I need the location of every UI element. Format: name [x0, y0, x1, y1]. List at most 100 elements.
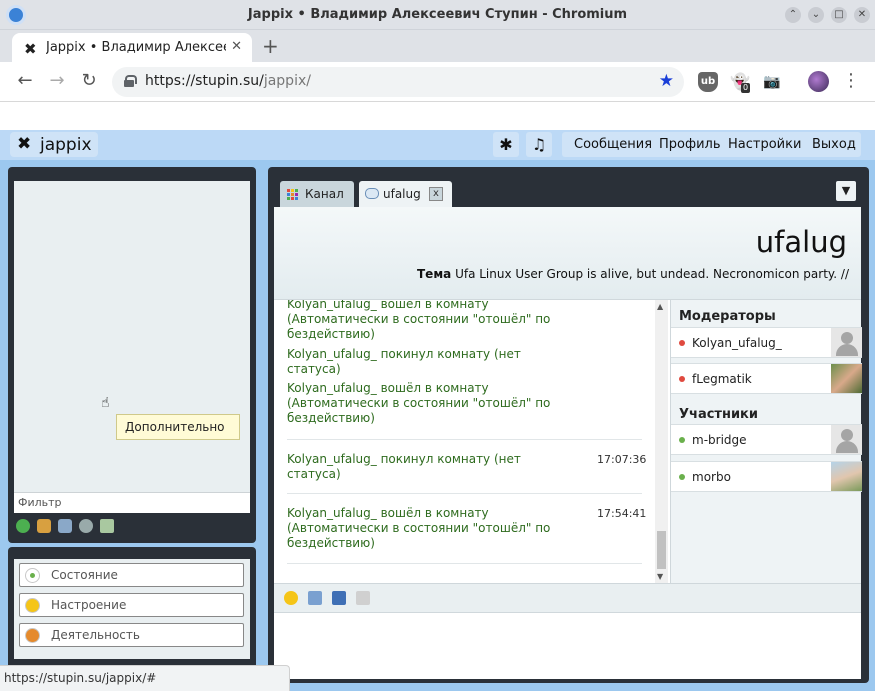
tab-strip: ✖ Jappix • Владимир Алексее ✕	[0, 30, 875, 62]
window-maximize-icon[interactable]: □	[831, 7, 847, 23]
music-button[interactable]: ♫	[526, 132, 552, 157]
jappix-favicon-icon: ✖	[24, 40, 37, 58]
lock-icon	[124, 75, 137, 87]
tab-channel[interactable]: Канал	[280, 181, 354, 208]
asterisk-button[interactable]: ✱	[493, 132, 519, 157]
scroll-down-icon[interactable]: ▼	[657, 572, 663, 581]
add-contact-icon[interactable]	[16, 519, 30, 533]
presence-mood-field[interactable]: Настроение	[19, 593, 244, 617]
message-time: 17:54:41	[597, 507, 647, 520]
default-avatar-icon	[831, 425, 862, 454]
room-topic: Тема Ufa Linux User Group is alive, but …	[417, 267, 849, 281]
nav-settings[interactable]: Настройки	[728, 137, 801, 152]
browser-tab[interactable]: ✖ Jappix • Владимир Алексее ✕	[12, 33, 252, 62]
profile-avatar[interactable]	[808, 71, 829, 92]
jappix-logo[interactable]: ✖ jappix	[10, 132, 98, 157]
participants-heading: Участники	[679, 407, 758, 422]
tab-close-icon[interactable]: ✕	[231, 39, 242, 54]
message-time: 17:07:36	[597, 453, 647, 466]
default-avatar-icon	[831, 328, 862, 357]
tab-close-button[interactable]: x	[429, 187, 443, 201]
message-item: Kolyan_ufalug_ покинул комнату (нет стат…	[287, 347, 521, 376]
status-bar: https://stupin.su/jappix/#	[0, 665, 290, 691]
emoticon-icon[interactable]	[284, 591, 298, 605]
top-navigation: Сообщения Профиль Настройки Выход	[562, 132, 861, 157]
room-name: ufalug	[755, 225, 847, 259]
window-close-icon[interactable]: ✕	[854, 7, 870, 23]
window-title: Jappix • Владимир Алексеевич Ступин - Ch…	[247, 7, 628, 22]
scrollbar-thumb[interactable]	[657, 531, 666, 569]
address-bar[interactable]: https://stupin.su/jappix/ ★	[112, 67, 684, 97]
message-item: Kolyan_ufalug_ покинул комнату (нет стат…	[287, 452, 647, 481]
camera-icon[interactable]: 📷	[762, 72, 782, 92]
member-list: Модераторы Kolyan_ufalug_ fLegmatik Учас…	[670, 300, 862, 583]
avatar	[831, 462, 862, 491]
forward-icon[interactable]: →	[46, 70, 68, 92]
jappix-logo-icon: ✖	[17, 134, 32, 154]
chat-icon[interactable]	[58, 519, 72, 533]
message-item: Kolyan_ufalug_ вошёл в комнату (Автомати…	[287, 506, 647, 550]
member-row[interactable]: Kolyan_ufalug_	[671, 327, 862, 358]
more-icon[interactable]	[100, 519, 114, 533]
room-header: ufalug Тема Ufa Linux User Group is aliv…	[274, 207, 861, 300]
status-dot-icon	[679, 437, 685, 443]
message-list[interactable]: Kolyan_ufalug_ вошёл в комнату (Автомати…	[274, 300, 669, 583]
more-tooltip: Дополнительно	[116, 414, 240, 440]
member-row[interactable]: morbo	[671, 461, 862, 492]
back-icon[interactable]: ←	[14, 70, 36, 92]
message-separator	[287, 563, 642, 564]
presence-activity-field[interactable]: Деятельность	[19, 623, 244, 647]
member-row[interactable]: fLegmatik	[671, 363, 862, 394]
nav-profile[interactable]: Профиль	[659, 137, 721, 152]
muji-icon[interactable]	[79, 519, 93, 533]
status-url: https://stupin.su/jappix/#	[4, 671, 157, 685]
avatar	[831, 364, 862, 393]
clear-icon[interactable]	[356, 591, 370, 605]
window-up-icon[interactable]: ⌃	[785, 7, 801, 23]
bookmark-star-icon[interactable]: ★	[659, 71, 674, 91]
ghostery-badge: 0	[741, 83, 751, 93]
browser-toolbar: ← → ↻ https://stupin.su/jappix/ ★ ub 👻 0 …	[0, 62, 875, 102]
status-dot-icon	[679, 376, 685, 382]
message-scrollbar[interactable]: ▲ ▼	[655, 300, 668, 583]
ublock-shield-icon[interactable]: ub	[698, 72, 718, 92]
message-item: Kolyan_ufalug_ вошёл в комнату (Автомати…	[287, 300, 551, 341]
join-groupchat-icon[interactable]	[37, 519, 51, 533]
message-separator	[287, 493, 642, 494]
message-input[interactable]	[274, 612, 861, 679]
scroll-up-icon[interactable]: ▲	[657, 302, 663, 311]
chat-panel: Канал ufalug x ▼ ufalug Тема Ufa Linux U…	[268, 167, 869, 683]
moderators-heading: Модераторы	[679, 309, 776, 324]
roster-filter-input[interactable]: Фильтр	[14, 492, 250, 513]
window-minimize-icon[interactable]: ⌄	[808, 7, 824, 23]
nav-messages[interactable]: Сообщения	[574, 137, 652, 152]
chat-bubble-icon	[365, 188, 379, 199]
roster-panel: Фильтр	[8, 167, 256, 543]
browser-tab-title: Jappix • Владимир Алексее	[46, 40, 226, 55]
ghostery-icon[interactable]: 👻 0	[730, 72, 751, 93]
roster-list[interactable]	[14, 181, 250, 513]
nav-logout[interactable]: Выход	[812, 137, 856, 152]
status-dot-icon	[679, 474, 685, 480]
room-view: ufalug Тема Ufa Linux User Group is aliv…	[274, 207, 862, 679]
member-row[interactable]: m-bridge	[671, 424, 862, 455]
jappix-logo-text: jappix	[40, 135, 92, 155]
hand-cursor-icon: ☝	[101, 395, 110, 411]
message-separator	[287, 439, 642, 440]
chat-tools	[274, 583, 861, 612]
address-url[interactable]: https://stupin.su/jappix/	[145, 73, 311, 89]
tab-ufalug[interactable]: ufalug x	[359, 181, 452, 208]
reload-icon[interactable]: ↻	[78, 70, 100, 92]
basketball-icon	[25, 628, 40, 643]
jappix-page: ✖ jappix ✱ ♫ Сообщения Профиль Настройки…	[0, 130, 875, 691]
window-titlebar: Jappix • Владимир Алексеевич Ступин - Ch…	[0, 0, 875, 30]
style-icon[interactable]	[308, 591, 322, 605]
jappix-topbar: ✖ jappix ✱ ♫ Сообщения Профиль Настройки…	[0, 130, 875, 160]
new-tab-button[interactable]: +	[262, 34, 279, 58]
presence-box: Состояние Настроение Деятельность	[14, 559, 250, 659]
save-icon[interactable]	[332, 591, 346, 605]
chat-dropdown-button[interactable]: ▼	[836, 181, 856, 201]
presence-status-field[interactable]: Состояние	[19, 563, 244, 587]
status-dot-icon	[25, 568, 40, 583]
browser-menu-icon[interactable]: ⋮	[842, 70, 860, 91]
